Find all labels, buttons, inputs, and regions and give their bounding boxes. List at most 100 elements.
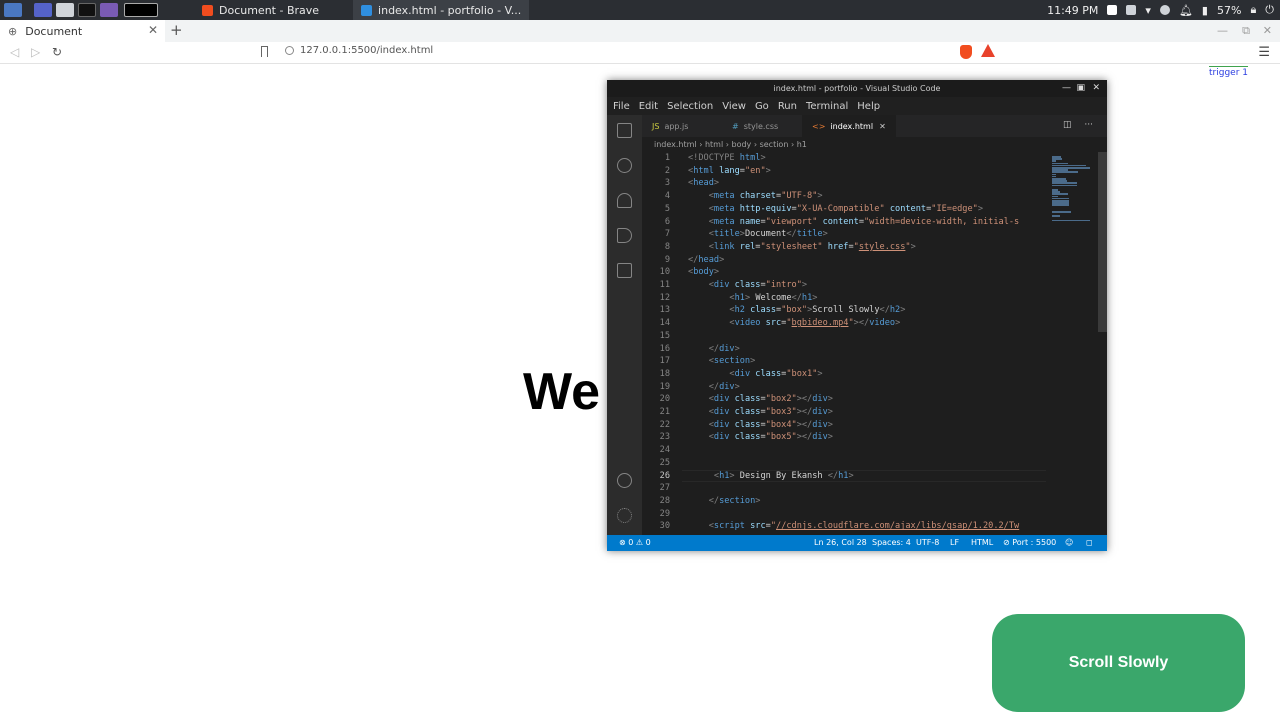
editor-launcher-icon[interactable] xyxy=(100,3,118,17)
settings-gear-icon[interactable] xyxy=(617,508,632,523)
vscode-minimize-icon[interactable]: — xyxy=(1062,80,1071,97)
account-icon[interactable] xyxy=(617,473,632,488)
tab-index-html[interactable]: <> index.html ✕ xyxy=(802,115,896,137)
code-line[interactable]: 14 <video src="bgbideo.mp4"></video> xyxy=(642,317,1046,330)
minimap[interactable] xyxy=(1046,152,1098,535)
code-line[interactable]: 30 <script src="//cdnjs.cloudflare.com/a… xyxy=(642,520,1046,533)
show-desktop-icon[interactable] xyxy=(34,3,52,17)
code-line[interactable]: 2 <html lang="en"> xyxy=(642,165,1046,178)
vscode-close-icon[interactable]: ✕ xyxy=(1092,80,1100,97)
close-tab-icon[interactable]: ✕ xyxy=(879,122,886,131)
notification-bell-icon[interactable]: 🔔︎ xyxy=(1179,4,1193,17)
breadcrumb-item[interactable]: index.html xyxy=(654,140,697,149)
extensions-icon[interactable] xyxy=(617,263,632,278)
code-line[interactable]: 17 <section> xyxy=(642,355,1046,368)
code-line[interactable]: 29 xyxy=(642,508,1046,521)
search-icon[interactable] xyxy=(617,158,632,173)
menu-edit[interactable]: Edit xyxy=(639,101,658,112)
code-line[interactable]: 24 xyxy=(642,444,1046,457)
code-line[interactable]: 7 <title>Document</title> xyxy=(642,228,1046,241)
code-line[interactable]: 26 <h1> Design By Ekansh </h1> xyxy=(642,470,1046,483)
bluetooth-icon[interactable] xyxy=(1159,5,1170,15)
clock[interactable]: 11:49 PM xyxy=(1047,4,1098,17)
encoding[interactable]: UTF-8 xyxy=(916,538,939,547)
code-line[interactable]: 20 <div class="box2"></div> xyxy=(642,393,1046,406)
breadcrumb-item[interactable]: h1 xyxy=(797,140,807,149)
notifications-icon[interactable]: ◻ xyxy=(1086,538,1093,547)
code-line[interactable]: 15 xyxy=(642,330,1046,343)
taskbar-window-brave[interactable]: Document - Brave xyxy=(194,0,327,20)
code-line[interactable]: 3 <head> xyxy=(642,177,1046,190)
address-bar[interactable]: 127.0.0.1:5500/index.html xyxy=(285,45,433,56)
code-line[interactable]: 11 <div class="intro"> xyxy=(642,279,1046,292)
breadcrumb-item[interactable]: section xyxy=(760,140,789,149)
live-server-port[interactable]: ⊘ Port : 5500 xyxy=(1003,538,1056,547)
code-line[interactable]: 4 <meta charset="UTF-8"> xyxy=(642,190,1046,203)
code-line[interactable]: 10 <body> xyxy=(642,266,1046,279)
menu-go[interactable]: Go xyxy=(755,101,769,112)
new-tab-icon[interactable]: + xyxy=(170,21,183,39)
code-line[interactable]: 19 </div> xyxy=(642,381,1046,394)
terminal-icon[interactable] xyxy=(78,3,96,17)
code-line[interactable]: 22 <div class="box4"></div> xyxy=(642,419,1046,432)
cursor-position[interactable]: Ln 26, Col 28 xyxy=(814,538,867,547)
wifi-icon[interactable]: ▾ xyxy=(1145,4,1151,17)
site-info-icon[interactable] xyxy=(285,46,294,55)
menu-selection[interactable]: Selection xyxy=(667,101,713,112)
back-icon[interactable]: ◁ xyxy=(10,45,19,59)
brave-shields-icon[interactable] xyxy=(960,45,972,59)
breadcrumb-item[interactable]: html xyxy=(705,140,723,149)
run-debug-icon[interactable] xyxy=(617,228,632,243)
camera-icon[interactable] xyxy=(1107,5,1118,15)
file-manager-icon[interactable] xyxy=(56,3,74,17)
code-line[interactable]: 12 <h1> Welcome</h1> xyxy=(642,292,1046,305)
workspace-switcher[interactable] xyxy=(124,3,158,17)
code-line[interactable]: 13 <h2 class="box">Scroll Slowly</h2> xyxy=(642,304,1046,317)
taskbar-window-vscode[interactable]: index.html - portfolio - V... xyxy=(353,0,530,20)
close-tab-icon[interactable]: ✕ xyxy=(148,23,158,37)
code-line[interactable]: 25 xyxy=(642,457,1046,470)
code-line[interactable]: 8 <link rel="stylesheet" href="style.css… xyxy=(642,241,1046,254)
menu-view[interactable]: View xyxy=(722,101,746,112)
language-mode[interactable]: HTML xyxy=(971,538,993,547)
code-line[interactable]: 9 </head> xyxy=(642,254,1046,267)
more-actions-icon[interactable]: ··· xyxy=(1084,120,1093,130)
line-ending[interactable]: LF xyxy=(950,538,959,547)
close-window-icon[interactable]: ✕ xyxy=(1263,24,1272,37)
forward-icon[interactable]: ▷ xyxy=(31,45,40,59)
menu-terminal[interactable]: Terminal xyxy=(806,101,848,112)
explorer-icon[interactable] xyxy=(617,123,632,138)
power-icon[interactable]: ⏻ xyxy=(1265,3,1274,17)
menu-help[interactable]: Help xyxy=(857,101,880,112)
code-line[interactable]: 1 <!DOCTYPE html> xyxy=(642,152,1046,165)
bookmark-icon[interactable] xyxy=(261,46,268,57)
code-line[interactable]: 28 </section> xyxy=(642,495,1046,508)
code-line[interactable]: 6 <meta name="viewport" content="width=d… xyxy=(642,216,1046,229)
breadcrumb-item[interactable]: body xyxy=(731,140,751,149)
feedback-icon[interactable]: ☺ xyxy=(1065,538,1073,547)
minimize-window-icon[interactable]: — xyxy=(1217,24,1228,37)
brave-rewards-icon[interactable] xyxy=(981,44,995,57)
split-editor-icon[interactable]: ◫ xyxy=(1063,120,1072,130)
menu-run[interactable]: Run xyxy=(778,101,797,112)
code-line[interactable]: 27 xyxy=(642,482,1046,495)
code-editor[interactable]: 1 <!DOCTYPE html> 2 <html lang="en"> 3 <head>… xyxy=(642,152,1046,535)
maximize-window-icon[interactable]: ⧉ xyxy=(1242,24,1250,38)
editor-scrollbar[interactable] xyxy=(1098,152,1107,535)
code-line[interactable]: 18 <div class="box1"> xyxy=(642,368,1046,381)
menu-file[interactable]: File xyxy=(613,101,630,112)
code-line[interactable]: 16 </div> xyxy=(642,343,1046,356)
indentation[interactable]: Spaces: 4 xyxy=(872,538,911,547)
code-line[interactable]: 23 <div class="box5"></div> xyxy=(642,431,1046,444)
battery-icon[interactable]: ▮ xyxy=(1202,4,1208,17)
code-line[interactable]: 21 <div class="box3"></div> xyxy=(642,406,1046,419)
tab-app-js[interactable]: JS app.js xyxy=(642,115,722,137)
lock-icon[interactable]: 🔒︎ xyxy=(1250,3,1256,17)
vscode-maximize-icon[interactable]: ▣ xyxy=(1076,80,1085,97)
source-control-icon[interactable] xyxy=(617,193,632,208)
screen-record-icon[interactable] xyxy=(1126,5,1137,15)
code-line[interactable]: 5 <meta http-equiv="X-UA-Compatible" con… xyxy=(642,203,1046,216)
browser-menu-icon[interactable]: ☰ xyxy=(1258,45,1270,60)
scrollbar-thumb[interactable] xyxy=(1098,152,1107,332)
app-menu-icon[interactable] xyxy=(4,3,22,17)
